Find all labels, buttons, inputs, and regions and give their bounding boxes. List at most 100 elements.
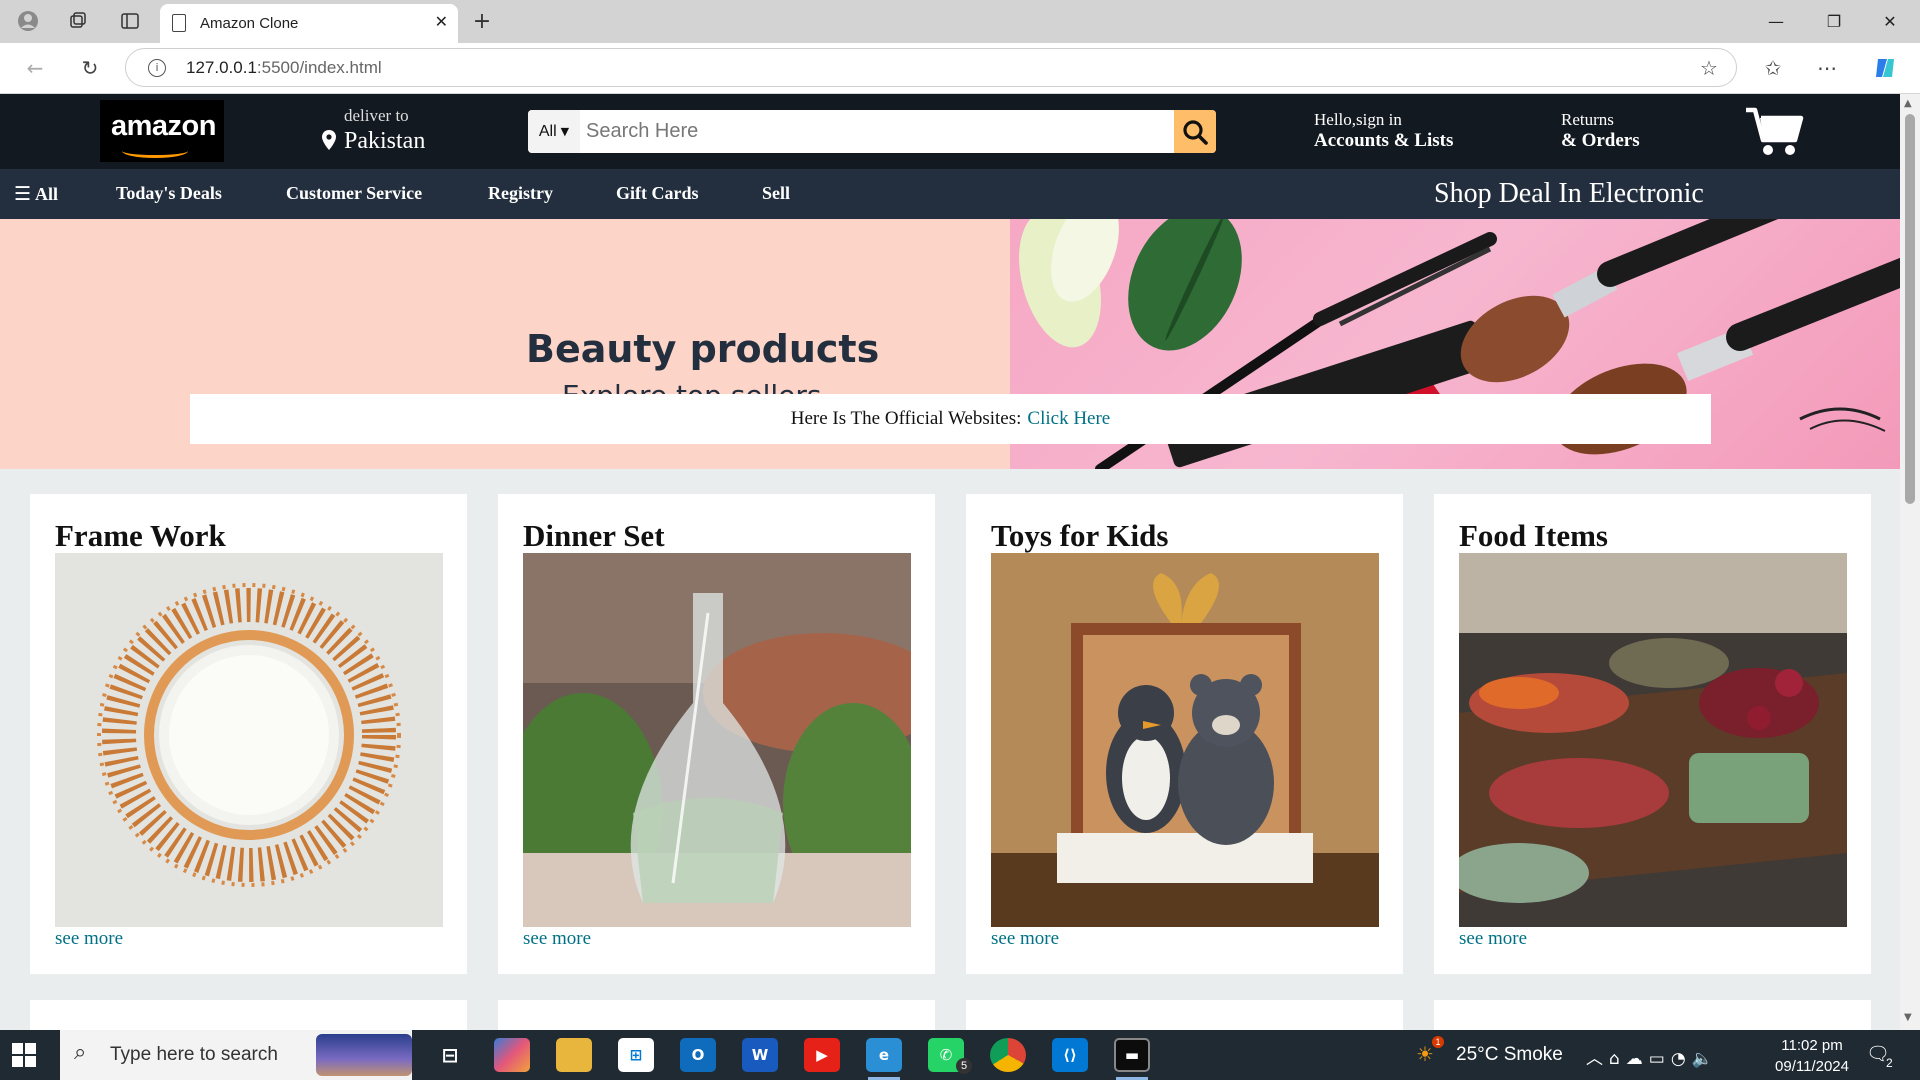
youtube-icon[interactable]: ▶ <box>804 1038 840 1072</box>
see-more-link[interactable]: see more <box>55 928 123 950</box>
favorite-star-icon[interactable]: ☆ <box>1694 53 1724 83</box>
secondary-nav: ☰ All Today's Deals Customer Service Reg… <box>0 169 1900 219</box>
card-dinner-set: Dinner Set see more <box>498 494 935 974</box>
taskbar-search[interactable]: ⌕ Type here to search <box>60 1030 412 1080</box>
card-food-items: Food Items see more <box>1434 494 1871 974</box>
copilot-taskbar-icon[interactable] <box>494 1038 530 1072</box>
terminal-icon[interactable]: ▬ <box>1114 1038 1150 1072</box>
outlook-icon[interactable]: O <box>680 1038 716 1072</box>
see-more-link[interactable]: see more <box>991 928 1059 950</box>
windows-taskbar: ⌕ Type here to search ⊟ ⊞ O W ▶ e ✆ 5 ⟨⟩… <box>0 1030 1920 1080</box>
file-explorer-icon[interactable] <box>556 1038 592 1072</box>
card-title: Toys for Kids <box>991 518 1169 553</box>
card-toys-for-kids: Toys for Kids see more <box>966 494 1403 974</box>
search-input[interactable] <box>582 110 1162 153</box>
account-greeting: Hello,sign in <box>1314 110 1402 129</box>
tab-actions-icon[interactable] <box>114 6 146 36</box>
nav-sell[interactable]: Sell <box>762 183 790 204</box>
card-row2-1 <box>30 1000 467 1030</box>
toys-for-kids-image[interactable] <box>991 553 1379 927</box>
tab-title: Amazon Clone <box>200 15 299 32</box>
location-pin-icon <box>322 130 336 155</box>
see-more-link[interactable]: see more <box>523 928 591 950</box>
url-field[interactable]: i 127.0.0.1:5500/index.html ☆ <box>125 48 1737 87</box>
weather-text[interactable]: 25°C Smoke <box>1456 1044 1563 1066</box>
back-icon[interactable]: ← <box>20 53 50 83</box>
url-path: :5500/index.html <box>256 58 382 77</box>
scroll-down-icon[interactable]: ▼ <box>1904 1012 1912 1023</box>
reload-icon[interactable]: ↻ <box>75 53 105 83</box>
search-icon <box>1183 119 1208 145</box>
search-highlight-image <box>316 1034 412 1076</box>
profile-icon[interactable] <box>12 6 44 36</box>
chevron-down-icon: ▼ <box>560 125 570 138</box>
tab-amazon-clone[interactable]: Amazon Clone ✕ <box>160 4 458 43</box>
deliver-label: deliver to <box>344 106 409 125</box>
chrome-icon[interactable] <box>990 1038 1026 1072</box>
microsoft-store-icon[interactable]: ⊞ <box>618 1038 654 1072</box>
search-button[interactable] <box>1174 110 1216 153</box>
weather-icon[interactable]: ☀ <box>1416 1042 1434 1067</box>
official-website-notice: Here Is The Official Websites: Click Her… <box>190 394 1711 444</box>
search-category-select[interactable]: All ▼ <box>528 110 580 153</box>
more-options-icon[interactable]: ⋯ <box>1812 53 1842 83</box>
returns-label: Returns <box>1561 110 1614 129</box>
food-items-image[interactable] <box>1459 553 1847 927</box>
account-menu[interactable]: Hello,sign in Accounts & Lists <box>1314 110 1453 152</box>
logo-smile <box>122 144 188 158</box>
address-bar-row: ← ↻ i 127.0.0.1:5500/index.html ☆ ✩ ⋯ <box>0 43 1920 94</box>
site-header: amazon deliver to Pakistan All▼ Hello,si… <box>0 94 1900 169</box>
nav-customer-service[interactable]: Customer Service <box>286 183 422 204</box>
new-tab-icon[interactable]: + <box>466 6 498 36</box>
page-icon <box>172 14 186 32</box>
nav-all-menu[interactable]: ☰ All <box>14 183 58 205</box>
workspaces-icon[interactable] <box>62 6 94 36</box>
deliver-country: Pakistan <box>344 128 426 154</box>
deal-banner-text[interactable]: Shop Deal In Electronic <box>1434 178 1704 210</box>
window-close-icon[interactable]: ✕ <box>1868 6 1912 36</box>
nav-registry[interactable]: Registry <box>488 183 553 204</box>
windows-start-icon[interactable] <box>12 1043 36 1067</box>
scrollbar-thumb[interactable] <box>1905 114 1915 504</box>
card-row2-3 <box>966 1000 1403 1030</box>
system-tray-icons[interactable]: ︿⌂☁▭◔🔈 <box>1586 1044 1719 1069</box>
hamburger-icon: ☰ <box>14 183 32 205</box>
card-title: Frame Work <box>55 518 226 553</box>
returns-orders[interactable]: Returns & Orders <box>1561 110 1640 152</box>
see-more-link[interactable]: see more <box>1459 928 1527 950</box>
orders-label: & Orders <box>1561 130 1640 151</box>
amazon-logo[interactable]: amazon <box>100 100 224 162</box>
card-title: Dinner Set <box>523 518 665 553</box>
whatsapp-badge: 5 <box>956 1058 972 1074</box>
page-scrollbar[interactable]: ▲ ▼ <box>1900 94 1920 1030</box>
info-icon[interactable]: i <box>148 59 166 77</box>
card-frame-work: Frame Work see more <box>30 494 467 974</box>
notice-text: Here Is The Official Websites: <box>790 408 1022 429</box>
nav-all-label: All <box>35 183 59 204</box>
vscode-icon[interactable]: ⟨⟩ <box>1052 1038 1088 1072</box>
notification-count: 2 <box>1886 1056 1893 1070</box>
scroll-up-icon[interactable]: ▲ <box>1904 98 1912 109</box>
word-icon[interactable]: W <box>742 1038 778 1072</box>
nav-todays-deals[interactable]: Today's Deals <box>116 183 222 204</box>
restore-icon[interactable]: ❐ <box>1812 6 1856 36</box>
cart-icon[interactable] <box>1744 106 1804 158</box>
nav-gift-cards[interactable]: Gift Cards <box>616 183 699 204</box>
frame-work-image[interactable] <box>55 553 443 927</box>
search-icon: ⌕ <box>74 1040 87 1065</box>
card-row2-2 <box>498 1000 935 1030</box>
url-host: 127.0.0.1 <box>186 58 257 77</box>
weather-badge: 1 <box>1432 1036 1444 1048</box>
search-bar: All ▼ <box>528 110 1216 153</box>
dinner-set-image[interactable] <box>523 553 911 927</box>
card-title: Food Items <box>1459 518 1608 553</box>
taskbar-clock[interactable]: 11:02 pm 09/11/2024 <box>1766 1035 1858 1077</box>
close-tab-icon[interactable]: ✕ <box>435 12 448 31</box>
edge-icon[interactable]: e <box>866 1038 902 1072</box>
click-here-link[interactable]: Click Here <box>1027 408 1110 430</box>
taskbar-search-placeholder: Type here to search <box>110 1044 278 1065</box>
task-view-icon[interactable]: ⊟ <box>432 1038 468 1072</box>
copilot-icon[interactable] <box>1870 53 1900 83</box>
minimize-icon[interactable]: — <box>1754 6 1798 36</box>
favorites-icon[interactable]: ✩ <box>1758 53 1788 83</box>
